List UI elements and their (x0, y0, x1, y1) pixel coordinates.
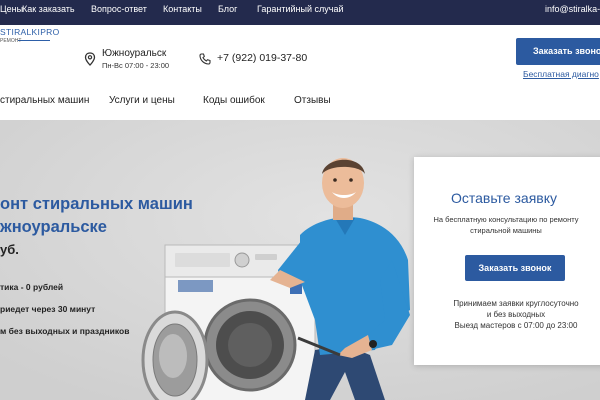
top-bar: Цены Как заказать Вопрос-ответ Контакты … (0, 0, 600, 25)
hero-feature-no-weekends: м без выходных и праздников (0, 326, 130, 336)
topbar-link-prices[interactable]: Цены (0, 4, 23, 14)
menu-item-error-codes[interactable]: Коды ошибок (203, 95, 265, 106)
menu-item-washing-machines[interactable]: стиральных машин (0, 95, 89, 106)
request-form-card: Оставьте заявку На бесплатную консультац… (414, 157, 600, 365)
topbar-link-contacts[interactable]: Контакты (163, 4, 202, 14)
menu-item-reviews[interactable]: Отзывы (294, 95, 331, 106)
request-call-button[interactable]: Заказать звонок (465, 255, 565, 281)
hero-price: уб. (0, 242, 19, 257)
topbar-link-blog[interactable]: Блог (218, 4, 237, 14)
location-pin-icon (84, 52, 96, 66)
phone-number[interactable]: +7 (922) 019-37-80 (217, 52, 307, 64)
topbar-email[interactable]: info@stiralka-p (545, 4, 600, 14)
main-menu: стиральных машин Услуги и цены Коды ошиб… (0, 95, 600, 120)
menu-item-services-prices[interactable]: Услуги и цены (109, 95, 175, 106)
hero-feature-diagnostics: тика - 0 рублей (0, 282, 64, 292)
logo-subtext: РЕМОНТ (0, 38, 22, 44)
working-hours: Пн-Вс 07:00 - 23:00 (102, 61, 170, 70)
city-name[interactable]: Южноуральск (102, 48, 166, 59)
request-info-line1: Принимаем заявки круглосуточно (453, 299, 579, 308)
free-diagnostics-link[interactable]: Бесплатная диагно (523, 69, 599, 79)
topbar-link-how-to-order[interactable]: Как заказать (22, 4, 75, 14)
request-card-title: Оставьте заявку (450, 190, 557, 206)
logo-text: STIRALKIPRO (0, 27, 60, 37)
request-card-info: Принимаем заявки круглосуточно и без вых… (426, 298, 600, 331)
header-call-button[interactable]: Заказать звонок (516, 38, 600, 65)
request-card-subtitle: На бесплатную консультацию по ремонту ст… (433, 215, 579, 235)
topbar-link-warranty[interactable]: Гарантийный случай (257, 4, 343, 14)
request-info-line3: Выезд мастеров с 07:00 до 23:00 (454, 321, 578, 330)
phone-icon (199, 53, 211, 65)
hero-feature-arrival: риедет через 30 минут (0, 304, 96, 314)
topbar-link-faq[interactable]: Вопрос-ответ (91, 4, 147, 14)
logo-divider (18, 40, 50, 41)
repairman-washing-machine-image (141, 158, 410, 400)
request-info-line2: и без выходных (486, 310, 546, 319)
